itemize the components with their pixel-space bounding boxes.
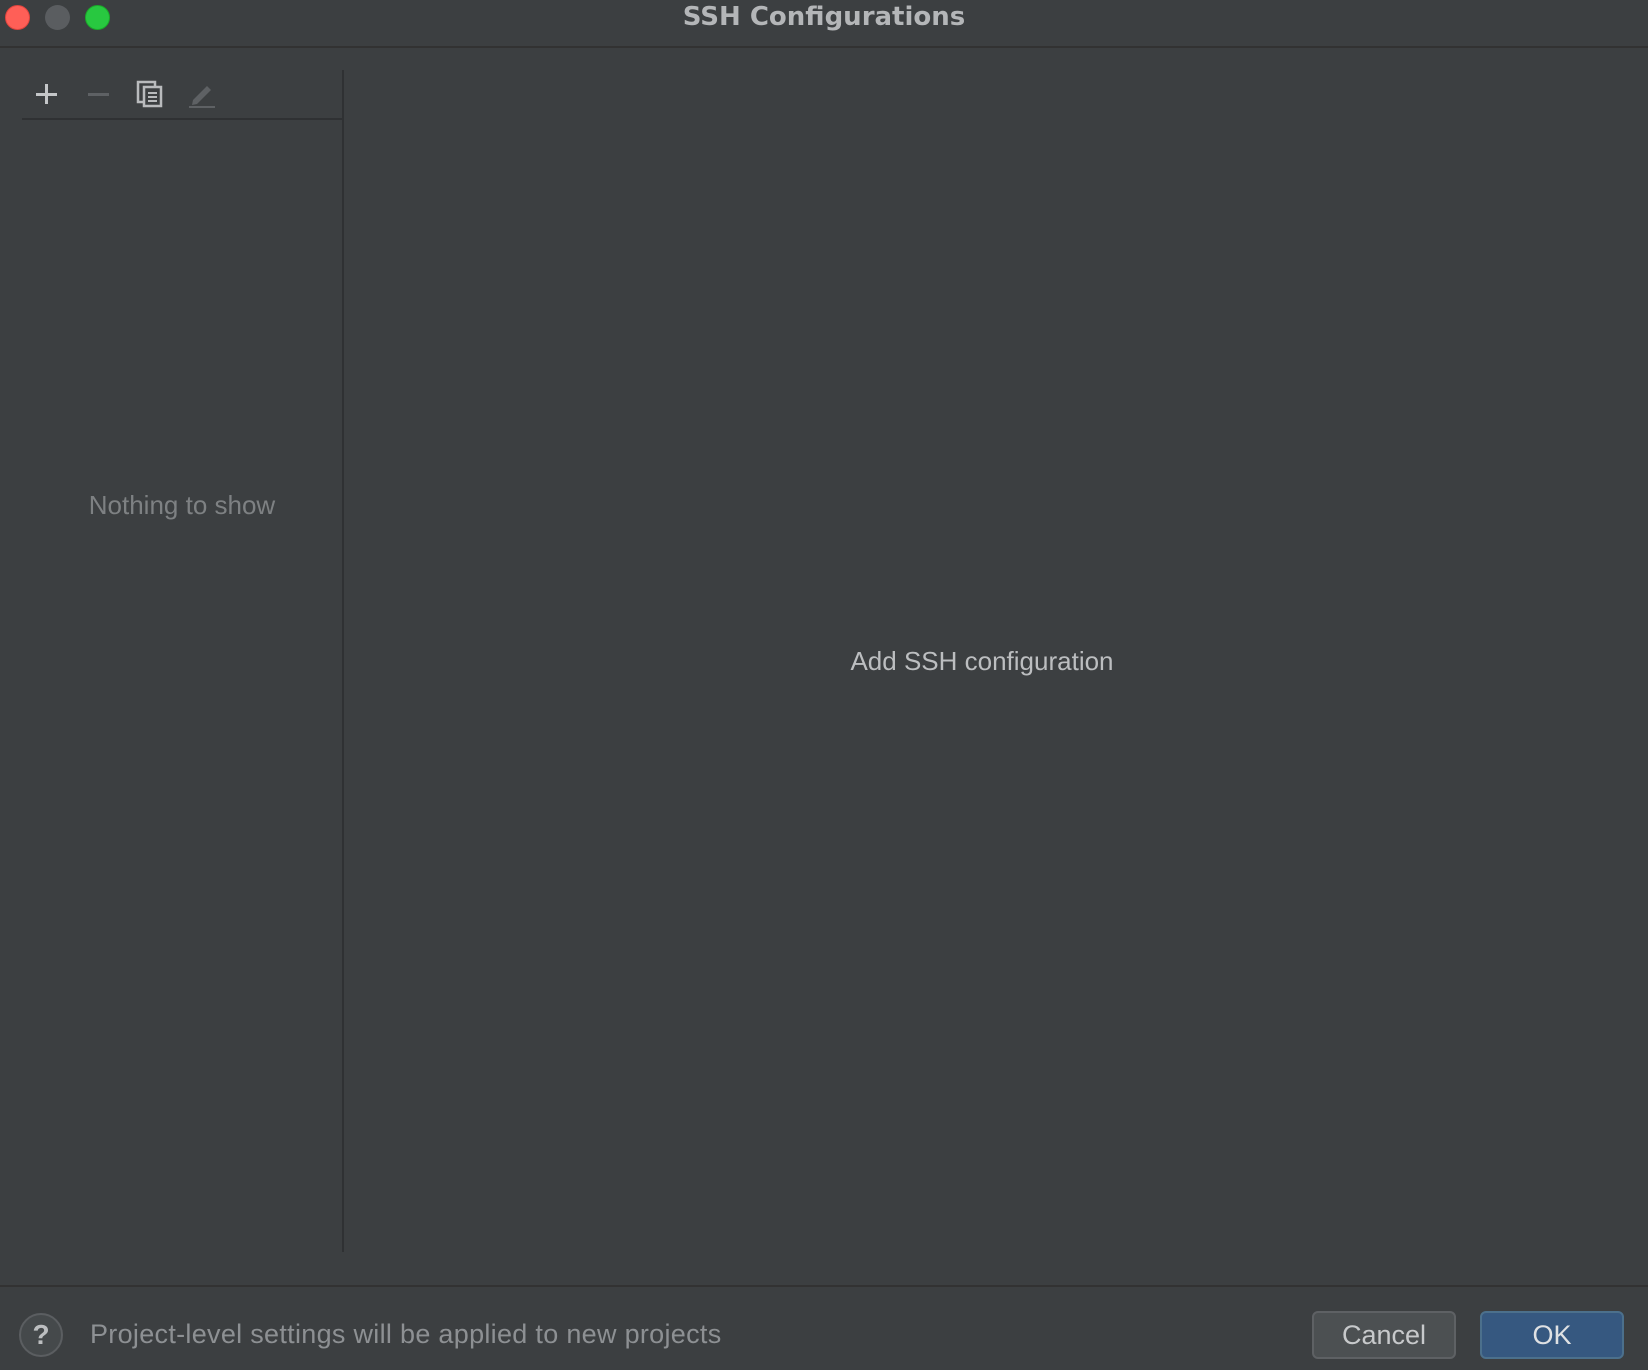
dialog-footer: ? Project-level settings will be applied… [0, 1285, 1648, 1370]
help-button[interactable]: ? [19, 1313, 63, 1357]
plus-icon [36, 84, 57, 104]
list-toolbar [22, 70, 342, 120]
ok-button-label: OK [1532, 1319, 1572, 1350]
copy-configuration-button[interactable] [130, 74, 170, 114]
configuration-list-panel: Nothing to show [22, 70, 344, 1252]
window-title: SSH Configurations [682, 2, 966, 32]
add-configuration-button[interactable] [26, 74, 66, 114]
configuration-details-panel: Add SSH configuration [344, 46, 1648, 1286]
cancel-button[interactable]: Cancel [1312, 1311, 1456, 1359]
ok-button[interactable]: OK [1480, 1311, 1624, 1359]
ssh-configurations-dialog: SSH Configurations Nothing to show Add S… [0, 0, 1648, 1370]
minus-icon [88, 93, 109, 96]
remove-configuration-button[interactable] [78, 74, 118, 114]
empty-list-message: Nothing to show [88, 490, 276, 520]
title-bar: SSH Configurations [0, 0, 1648, 48]
copy-icon [136, 80, 163, 108]
edit-configuration-button[interactable] [182, 74, 222, 114]
project-level-settings-note: Project-level settings will be applied t… [90, 1319, 722, 1349]
add-configuration-hint: Add SSH configuration [850, 646, 1114, 676]
question-mark-icon: ? [32, 1319, 50, 1350]
cancel-button-label: Cancel [1341, 1319, 1427, 1350]
pencil-icon [189, 86, 215, 108]
